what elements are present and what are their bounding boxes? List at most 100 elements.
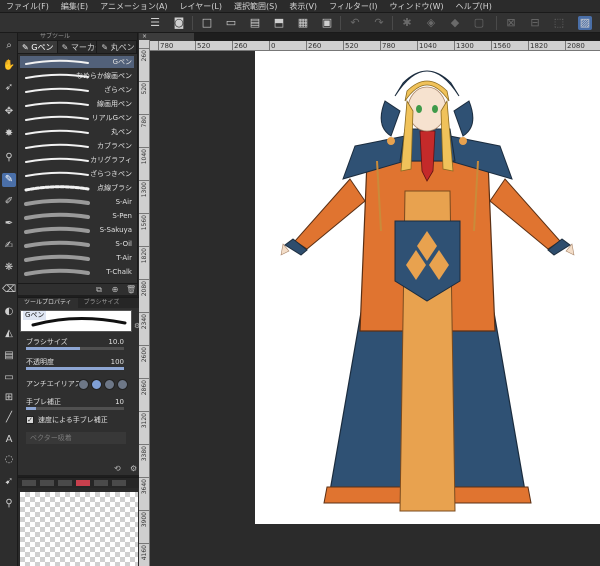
antialias-medium-option[interactable] [104, 379, 115, 390]
brush-item[interactable]: カブラペン [20, 140, 134, 152]
clip-studio-icon[interactable]: ◙ [172, 16, 186, 30]
brush-item[interactable]: S-Pen [20, 210, 134, 222]
tab-brush-size[interactable]: ブラシサイズ [78, 298, 126, 308]
brush-item[interactable]: T-Air [20, 252, 134, 264]
stabilization-row[interactable]: 手ブレ補正 10 [22, 396, 132, 410]
text-tool-icon[interactable]: A [2, 433, 16, 447]
menu-file[interactable]: ファイル(F) [0, 0, 55, 13]
opacity-slider[interactable] [26, 367, 124, 370]
settings-icon[interactable]: ▣ [320, 16, 334, 30]
brush-item[interactable]: 点線ブラシ [20, 182, 134, 194]
menu-layer[interactable]: レイヤー(L) [174, 0, 228, 13]
show-selection-icon[interactable]: ▨ [578, 16, 592, 30]
color-tab[interactable] [94, 480, 108, 486]
blend-tool-icon[interactable]: ◐ [2, 305, 16, 319]
decoration-tool-icon[interactable]: ❋ [2, 261, 16, 275]
brush-item[interactable]: なめらか線画ペン [20, 70, 134, 82]
fill-icon[interactable]: ◈ [424, 16, 438, 30]
ruler-tick [139, 378, 149, 379]
fill-tool-icon[interactable]: ◭ [2, 327, 16, 341]
zoom-tool-icon[interactable]: ⌕ [2, 39, 16, 53]
menu-selection[interactable]: 選択範囲(S) [228, 0, 283, 13]
menu-animation[interactable]: アニメーション(A) [94, 0, 173, 13]
canvas-paper[interactable] [255, 51, 600, 524]
menu-view[interactable]: 表示(V) [283, 0, 323, 13]
frame-tool-icon[interactable]: ⊞ [2, 391, 16, 405]
duplicate-subtool-icon[interactable]: ⧉ [94, 285, 104, 295]
tab-round-pen[interactable]: ✎ 丸ペン [97, 41, 138, 53]
print-icon[interactable]: ▦ [296, 16, 310, 30]
brush-item[interactable]: 丸ペン [20, 126, 134, 138]
eyedropper-tool-icon[interactable]: ⚲ [2, 151, 16, 165]
move-tool-icon[interactable]: ✥ [2, 105, 16, 119]
menu-edit[interactable]: 編集(E) [55, 0, 94, 13]
menu-filter[interactable]: フィルター(I) [323, 0, 383, 13]
color-tab[interactable] [76, 480, 90, 486]
invert-selection-icon[interactable]: ⊟ [528, 16, 542, 30]
airbrush-tool-icon[interactable]: ✍ [2, 239, 16, 253]
hamburger-menu-icon[interactable]: ☰ [148, 16, 162, 30]
brush-size-slider[interactable] [26, 347, 124, 350]
antialias-none-option[interactable] [78, 379, 89, 390]
color-tab[interactable] [112, 480, 126, 486]
canvas-workspace[interactable] [150, 51, 600, 566]
speed-stabilization-checkbox[interactable]: ✓ [26, 416, 34, 424]
transform-icon[interactable]: ◆ [448, 16, 462, 30]
brush-item[interactable]: ざらペン [20, 84, 134, 96]
ruler-tick [565, 41, 566, 50]
add-subtool-icon[interactable]: ⊕ [110, 285, 120, 295]
brush-item[interactable]: S-Oil [20, 238, 134, 250]
ruler-tool-icon[interactable]: ╱ [2, 411, 16, 425]
brush-item[interactable]: Gペン [20, 56, 134, 68]
brush-item[interactable]: ざらつきペン [20, 168, 134, 180]
brush-tool-icon[interactable]: ✒ [2, 217, 16, 231]
new-file-icon[interactable]: □ [200, 16, 214, 30]
pencil-tool-icon[interactable]: ✐ [2, 195, 16, 209]
brush-name: S-Pen [112, 212, 132, 220]
brush-name: T-Chalk [106, 268, 132, 276]
undo-icon[interactable]: ↶ [348, 16, 362, 30]
brush-item[interactable]: S-Air [20, 196, 134, 208]
opacity-row[interactable]: 不透明度 100 [22, 356, 132, 370]
menu-window[interactable]: ウィンドウ(W) [384, 0, 450, 13]
search-icon[interactable]: ⚲ [2, 497, 16, 511]
auto-select-tool-icon[interactable]: ✸ [2, 127, 16, 141]
crop-icon[interactable]: ▢ [472, 16, 486, 30]
figure-tool-icon[interactable]: ▭ [2, 371, 16, 385]
settings-icon[interactable]: ⚙ [130, 464, 137, 473]
brush-item[interactable]: カリグラフィ [20, 154, 134, 166]
gradient-tool-icon[interactable]: ▤ [2, 349, 16, 363]
menu-help[interactable]: ヘルプ(H) [450, 0, 498, 13]
clear-icon[interactable]: ✱ [400, 16, 414, 30]
eraser-tool-icon[interactable]: ⌫ [2, 283, 16, 297]
lasso-tool-icon[interactable]: ➶ [2, 81, 16, 95]
color-tab[interactable] [22, 480, 36, 486]
tab-g-pen[interactable]: ✎ Gペン [18, 41, 58, 53]
brush-item[interactable]: 線画用ペン [20, 98, 134, 110]
tab-marker[interactable]: ✎ マーカー [58, 41, 98, 53]
brush-item[interactable]: T-Chalk [20, 266, 134, 278]
hand-tool-icon[interactable]: ✋ [2, 59, 16, 73]
color-tab[interactable] [58, 480, 72, 486]
redo-icon[interactable]: ↷ [372, 16, 386, 30]
reset-icon[interactable]: ⟲ [114, 464, 121, 473]
antialias-strong-option[interactable] [117, 379, 128, 390]
deselect-icon[interactable]: ⊠ [504, 16, 518, 30]
correct-line-tool-icon[interactable]: ➹ [2, 475, 16, 489]
brush-item[interactable]: S-Sakuya [20, 224, 134, 236]
delete-subtool-icon[interactable]: 🗑 [126, 285, 136, 295]
balloon-tool-icon[interactable]: ◌ [2, 453, 16, 467]
open-file-icon[interactable]: ▭ [224, 16, 238, 30]
color-tab[interactable] [40, 480, 54, 486]
tab-tool-property[interactable]: ツールプロパティ [18, 298, 78, 308]
selection-border-icon[interactable]: ⬚ [552, 16, 566, 30]
export-icon[interactable]: ⬒ [272, 16, 286, 30]
brush-item[interactable]: リアルGペン [20, 112, 134, 124]
stabilization-slider[interactable] [26, 407, 124, 410]
antialias-weak-option[interactable] [91, 379, 102, 390]
pen-tool-icon[interactable]: ✎ [2, 173, 16, 187]
speed-stabilization-row[interactable]: ✓ 速度による手ブレ補正 [22, 414, 132, 426]
save-icon[interactable]: ▤ [248, 16, 262, 30]
brush-size-row[interactable]: ブラシサイズ 10.0 [22, 336, 132, 350]
brush-preview: Gペン [20, 310, 132, 332]
